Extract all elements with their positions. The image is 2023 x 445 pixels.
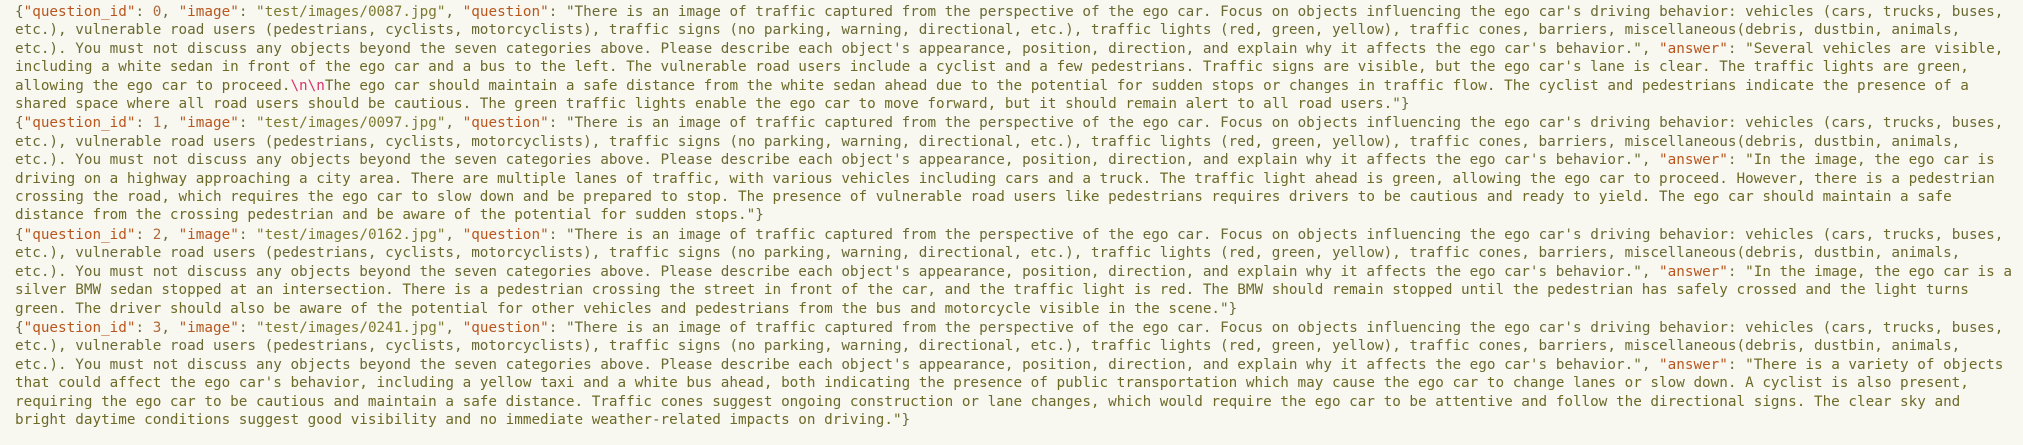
comma: ,: [1641, 152, 1660, 169]
key-image: "image": [178, 319, 239, 336]
colon: :: [1727, 152, 1746, 169]
close-brace: }: [901, 411, 911, 428]
key-question-id: "question_id": [23, 4, 136, 20]
key-answer: "answer": [1659, 152, 1728, 169]
answer-close-quote: ": [1220, 300, 1229, 317]
comma: ,: [445, 226, 463, 243]
comma: ,: [161, 115, 179, 132]
record-list: {"question_id": 0, "image": "test/images…: [15, 3, 2015, 430]
question-close-quote: ": [1633, 40, 1642, 57]
comma: ,: [445, 4, 463, 20]
answer-open-quote: ": [1745, 152, 1754, 169]
question-close-quote: ": [1633, 356, 1642, 373]
colon: :: [1727, 40, 1746, 57]
close-brace: }: [1228, 300, 1238, 317]
question-open-quote: ": [565, 115, 575, 132]
answer-close-quote: ": [892, 411, 902, 428]
key-question: "question": [462, 319, 549, 336]
key-image: "image": [178, 115, 239, 132]
answer-open-quote: ": [1745, 356, 1754, 373]
colon: :: [1727, 356, 1746, 373]
comma: ,: [1641, 40, 1660, 57]
key-answer: "answer": [1659, 263, 1728, 280]
colon: :: [548, 319, 566, 336]
answer-open-quote: ": [1745, 40, 1754, 57]
colon: :: [548, 4, 566, 20]
close-brace: }: [755, 207, 764, 224]
key-question: "question": [462, 226, 549, 243]
colon: :: [548, 115, 566, 132]
key-answer: "answer": [1659, 356, 1728, 373]
answer-close-quote: ": [1392, 96, 1401, 113]
colon: :: [238, 115, 257, 132]
close-brace: }: [1400, 96, 1410, 113]
colon: :: [238, 226, 257, 243]
image-value: test/images/0087.jpg: [264, 4, 437, 20]
question-open-quote: ": [565, 4, 575, 20]
question-open-quote: ": [565, 226, 575, 243]
record-1: {"question_id": 1, "image": "test/images…: [15, 114, 2015, 224]
colon: :: [135, 4, 153, 20]
colon: :: [135, 226, 153, 243]
record-3: {"question_id": 3, "image": "test/images…: [15, 319, 2015, 429]
key-question-id: "question_id": [23, 115, 136, 132]
record-0: {"question_id": 0, "image": "test/images…: [15, 3, 2015, 113]
key-image: "image": [178, 4, 239, 20]
answer-open-quote: ": [1745, 263, 1754, 280]
open-brace: {: [15, 319, 24, 336]
answer-escape-sequence: \n\n: [290, 77, 325, 94]
image-value-open-quote: ": [256, 115, 265, 132]
key-question-id: "question_id": [23, 319, 136, 336]
answer-close-quote: ": [746, 207, 756, 224]
key-image: "image": [178, 226, 239, 243]
question-open-quote: ": [565, 319, 575, 336]
colon: :: [238, 4, 257, 20]
comma: ,: [445, 115, 463, 132]
open-brace: {: [15, 4, 24, 20]
image-value: test/images/0162.jpg: [264, 226, 437, 243]
comma: ,: [161, 4, 179, 20]
image-value: test/images/0097.jpg: [264, 115, 437, 132]
colon: :: [238, 319, 257, 336]
key-question-id: "question_id": [23, 226, 136, 243]
jsonl-viewer[interactable]: {"question_id": 0, "image": "test/images…: [0, 0, 2023, 445]
image-value-open-quote: ": [256, 226, 265, 243]
open-brace: {: [15, 226, 24, 243]
colon: :: [1727, 263, 1746, 280]
comma: ,: [1641, 263, 1660, 280]
question-close-quote: ": [1633, 152, 1642, 169]
key-question: "question": [462, 4, 549, 20]
comma: ,: [161, 226, 179, 243]
image-value-open-quote: ": [256, 319, 265, 336]
question-close-quote: ": [1633, 263, 1642, 280]
image-value: test/images/0241.jpg: [264, 319, 437, 336]
colon: :: [548, 226, 566, 243]
key-answer: "answer": [1659, 40, 1728, 57]
key-question: "question": [462, 115, 549, 132]
comma: ,: [161, 319, 179, 336]
open-brace: {: [15, 115, 24, 132]
image-value-open-quote: ": [256, 4, 265, 20]
colon: :: [135, 115, 153, 132]
comma: ,: [1641, 356, 1660, 373]
record-2: {"question_id": 2, "image": "test/images…: [15, 226, 2015, 318]
comma: ,: [445, 319, 463, 336]
colon: :: [135, 319, 153, 336]
